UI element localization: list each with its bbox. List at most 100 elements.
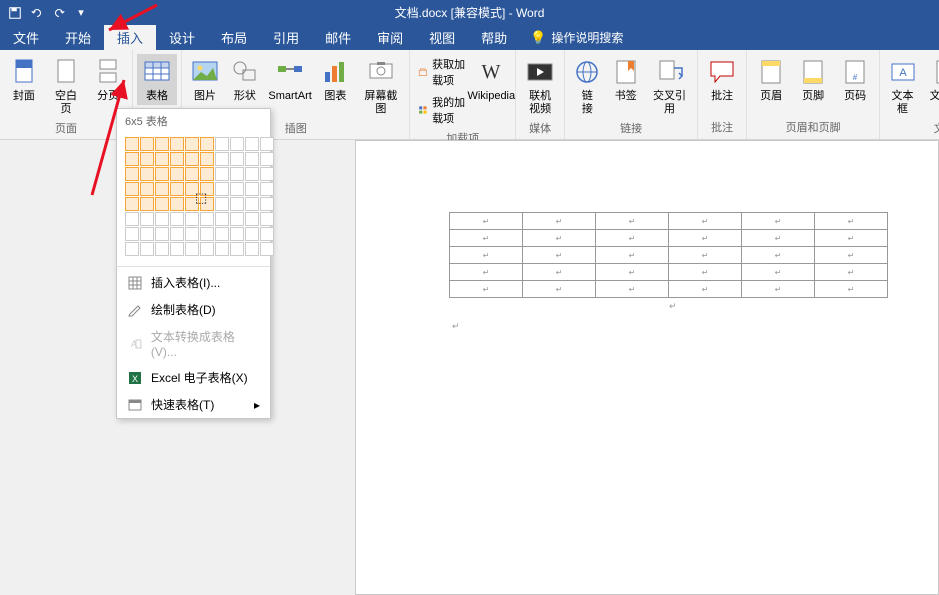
draw-table-menu[interactable]: 绘制表格(D) [117, 296, 270, 323]
table-grid-cell[interactable] [155, 227, 169, 241]
smartart-button[interactable]: SmartArt [266, 54, 315, 105]
blank-page-button[interactable]: 空白页 [46, 54, 87, 118]
link-button[interactable]: 链 接 [569, 54, 605, 118]
tab-insert[interactable]: 插入 [104, 25, 156, 50]
table-grid-cell[interactable] [125, 197, 139, 211]
table-cell[interactable]: ↵ [450, 264, 523, 281]
table-grid-picker[interactable] [117, 133, 270, 264]
table-cell[interactable]: ↵ [596, 264, 669, 281]
comment-button[interactable]: 批注 [702, 54, 742, 105]
table-grid-cell[interactable] [155, 212, 169, 226]
table-grid-cell[interactable] [230, 197, 244, 211]
chart-button[interactable]: 图表 [316, 54, 354, 105]
table-button[interactable]: 表格 [137, 54, 177, 105]
tab-references[interactable]: 引用 [260, 25, 312, 50]
table-grid-cell[interactable] [230, 167, 244, 181]
table-grid-cell[interactable] [185, 227, 199, 241]
table-grid-cell[interactable] [245, 152, 259, 166]
table-grid-cell[interactable] [215, 212, 229, 226]
table-grid-cell[interactable] [125, 167, 139, 181]
crossref-button[interactable]: 交叉引用 [646, 54, 693, 118]
table-grid-cell[interactable] [200, 242, 214, 256]
page[interactable]: ↵↵↵↵↵↵↵↵↵↵↵↵↵↵↵↵↵↵↵↵↵↵↵↵↵↵↵↵↵↵ ↵ ↵ [355, 140, 939, 595]
table-cell[interactable]: ↵ [450, 281, 523, 298]
table-cell[interactable]: ↵ [450, 247, 523, 264]
shapes-button[interactable]: 形状 [226, 54, 264, 105]
table-grid-cell[interactable] [260, 182, 274, 196]
table-cell[interactable]: ↵ [450, 230, 523, 247]
table-grid-cell[interactable] [155, 152, 169, 166]
table-grid-cell[interactable] [230, 137, 244, 151]
table-grid-cell[interactable] [215, 242, 229, 256]
table-grid-cell[interactable] [230, 227, 244, 241]
header-button[interactable]: 页眉 [751, 54, 791, 105]
table-grid-cell[interactable] [185, 212, 199, 226]
textbox-button[interactable]: A 文本框 [884, 54, 921, 118]
table-cell[interactable]: ↵ [523, 247, 596, 264]
table-cell[interactable]: ↵ [815, 230, 888, 247]
table-grid-cell[interactable] [140, 152, 154, 166]
table-grid-cell[interactable] [170, 242, 184, 256]
table-grid-cell[interactable] [215, 227, 229, 241]
get-addins-button[interactable]: 获取加载项 [414, 54, 469, 90]
table-cell[interactable]: ↵ [596, 247, 669, 264]
table-grid-cell[interactable] [170, 152, 184, 166]
table-grid-cell[interactable] [140, 137, 154, 151]
table-cell[interactable]: ↵ [596, 281, 669, 298]
table-grid-cell[interactable] [140, 212, 154, 226]
tab-mailings[interactable]: 邮件 [312, 25, 364, 50]
table-grid-cell[interactable] [200, 167, 214, 181]
table-grid-cell[interactable] [215, 137, 229, 151]
table-grid-cell[interactable] [155, 182, 169, 196]
table-grid-cell[interactable] [245, 212, 259, 226]
cover-page-button[interactable]: 封面 [4, 54, 44, 105]
table-cell[interactable]: ↵ [815, 213, 888, 230]
table-grid-cell[interactable] [185, 197, 199, 211]
quick-table-menu[interactable]: 快速表格(T) ▸ [117, 391, 270, 418]
qat-customize-icon[interactable]: ▾ [74, 6, 88, 20]
table-grid-cell[interactable] [185, 242, 199, 256]
table-grid-cell[interactable] [155, 167, 169, 181]
insert-table-menu[interactable]: 插入表格(I)... [117, 269, 270, 296]
quickparts-button[interactable]: 文档部件 [923, 54, 939, 118]
table-cell[interactable]: ↵ [669, 230, 742, 247]
undo-icon[interactable] [30, 6, 44, 20]
table-grid-cell[interactable] [215, 182, 229, 196]
table-grid-cell[interactable] [200, 137, 214, 151]
tab-design[interactable]: 设计 [156, 25, 208, 50]
table-cell[interactable]: ↵ [742, 213, 815, 230]
table-grid-cell[interactable] [155, 137, 169, 151]
tab-home[interactable]: 开始 [52, 25, 104, 50]
table-cell[interactable]: ↵ [742, 264, 815, 281]
table-grid-cell[interactable] [140, 227, 154, 241]
table-cell[interactable]: ↵ [815, 247, 888, 264]
table-grid-cell[interactable] [140, 242, 154, 256]
picture-button[interactable]: 图片 [186, 54, 224, 105]
table-grid-cell[interactable] [260, 137, 274, 151]
tab-help[interactable]: 帮助 [468, 25, 520, 50]
table-cell[interactable]: ↵ [523, 281, 596, 298]
table-grid-cell[interactable] [140, 182, 154, 196]
tab-view[interactable]: 视图 [416, 25, 468, 50]
table-grid-cell[interactable] [170, 182, 184, 196]
table-cell[interactable]: ↵ [669, 281, 742, 298]
table-grid-cell[interactable] [200, 182, 214, 196]
table-grid-cell[interactable] [170, 167, 184, 181]
tab-layout[interactable]: 布局 [208, 25, 260, 50]
table-grid-cell[interactable] [125, 242, 139, 256]
table-grid-cell[interactable] [245, 227, 259, 241]
table-grid-cell[interactable] [215, 197, 229, 211]
document-table[interactable]: ↵↵↵↵↵↵↵↵↵↵↵↵↵↵↵↵↵↵↵↵↵↵↵↵↵↵↵↵↵↵ [449, 212, 888, 298]
table-grid-cell[interactable] [170, 137, 184, 151]
table-grid-cell[interactable] [170, 197, 184, 211]
online-video-button[interactable]: 联机视频 [520, 54, 560, 118]
page-break-button[interactable]: 分页 [88, 54, 128, 105]
table-grid-cell[interactable] [260, 242, 274, 256]
table-grid-cell[interactable] [260, 197, 274, 211]
table-grid-cell[interactable] [230, 182, 244, 196]
table-grid-cell[interactable] [185, 182, 199, 196]
table-grid-cell[interactable] [245, 197, 259, 211]
table-grid-cell[interactable] [260, 152, 274, 166]
table-grid-cell[interactable] [200, 152, 214, 166]
table-grid-cell[interactable] [260, 167, 274, 181]
